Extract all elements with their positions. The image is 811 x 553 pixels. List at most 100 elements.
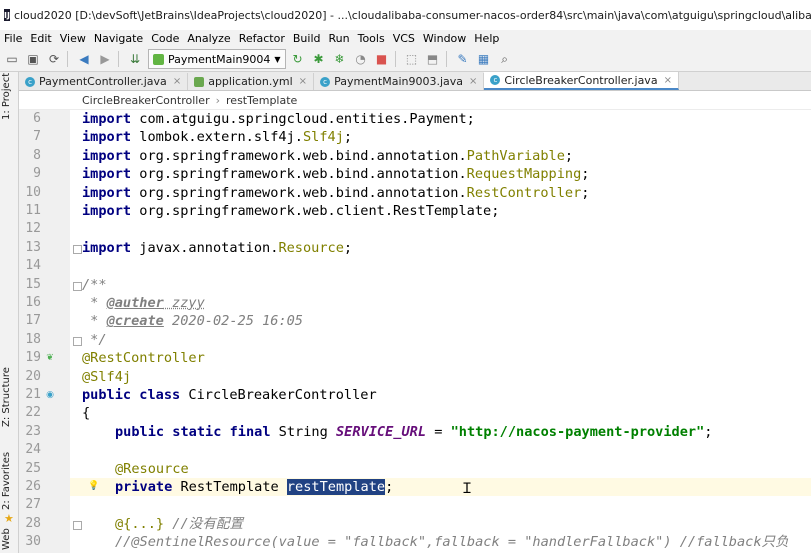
- line-number: 9: [33, 166, 41, 182]
- debug-icon[interactable]: ✱: [310, 50, 328, 68]
- close-icon[interactable]: ×: [469, 76, 477, 87]
- menu-code[interactable]: Code: [147, 32, 183, 45]
- open-folder-icon[interactable]: ▭: [3, 50, 21, 68]
- settings-wrench-icon[interactable]: ✎: [454, 50, 472, 68]
- code-line: 22 {: [0, 404, 811, 422]
- keyword: import: [82, 111, 132, 127]
- menu-vcs[interactable]: VCS: [389, 32, 419, 45]
- back-arrow-icon[interactable]: ◀: [75, 50, 93, 68]
- annotation-ref: Resource: [278, 239, 344, 256]
- menu-file[interactable]: File: [0, 32, 26, 45]
- annotation: @Slf4j: [82, 368, 132, 385]
- menu-build[interactable]: Build: [289, 32, 325, 45]
- search-everywhere-icon[interactable]: ⌕: [496, 50, 514, 68]
- tab-label: application.yml: [208, 75, 293, 88]
- code-rest: CircleBreakerController: [180, 387, 377, 403]
- code-line: 21 ◉ public class CircleBreakerControlle…: [0, 386, 811, 404]
- code-text: import lombok.extern.slf4j.Slf4j;: [82, 128, 352, 146]
- code-text: import org.springframework.web.bind.anno…: [82, 165, 589, 183]
- close-icon[interactable]: ×: [299, 76, 307, 87]
- annotation-ref: Slf4j: [302, 129, 344, 146]
- stop-icon[interactable]: ■: [373, 50, 391, 68]
- code-line: 6 import com.atguigu.springcloud.entitie…: [0, 110, 811, 128]
- menu-bar: File Edit View Navigate Code Analyze Ref…: [0, 30, 811, 47]
- project-structure-icon[interactable]: ⬒: [424, 50, 442, 68]
- fold-marker-icon[interactable]: [73, 244, 82, 254]
- keyword: import: [82, 184, 132, 201]
- menu-window[interactable]: Window: [419, 32, 470, 45]
- vcs-update-icon[interactable]: ⬚: [403, 50, 421, 68]
- code-editor[interactable]: 6 import com.atguigu.springcloud.entitie…: [0, 110, 811, 553]
- code-line: 10 import org.springframework.web.bind.a…: [0, 184, 811, 202]
- comment: //没有配置: [164, 515, 244, 532]
- javadoc-line: * @create 2020-02-25 16:05: [82, 312, 303, 330]
- menu-edit[interactable]: Edit: [26, 32, 55, 45]
- fold-marker-icon[interactable]: [73, 336, 82, 346]
- tab-application-yml[interactable]: application.yml ×: [188, 73, 315, 90]
- code-line: 30 //@SentinelResource(value = "fallback…: [0, 533, 811, 551]
- constant: SERVICE_URL: [335, 423, 427, 440]
- line-number: 27: [25, 497, 41, 513]
- menu-analyze[interactable]: Analyze: [183, 32, 234, 45]
- tab-payment-main-9003[interactable]: c PaymentMain9003.java ×: [314, 73, 485, 90]
- javadoc-close: */: [82, 331, 107, 348]
- line-number: 20: [25, 368, 41, 384]
- line-number: 13: [25, 239, 41, 255]
- breadcrumb-class[interactable]: CircleBreakerController: [82, 94, 210, 107]
- coverage-icon[interactable]: ❄: [331, 50, 349, 68]
- line-number: 15: [25, 276, 41, 292]
- menu-run[interactable]: Run: [325, 32, 354, 45]
- run-configuration-select[interactable]: PaymentMain9004 ▼: [148, 49, 286, 69]
- lightbulb-icon[interactable]: 💡: [88, 481, 99, 491]
- rerun-icon[interactable]: ↻: [289, 50, 307, 68]
- code-line: 16 * @auther zzyy: [0, 294, 811, 312]
- code-text: import org.springframework.web.bind.anno…: [82, 184, 589, 202]
- toolbar-divider: [445, 51, 447, 67]
- menu-navigate[interactable]: Navigate: [90, 32, 147, 45]
- code-text: @{...} //没有配置: [115, 515, 243, 533]
- code-text: import org.springframework.web.bind.anno…: [82, 147, 573, 165]
- code-line: 20 @Slf4j: [0, 368, 811, 386]
- code-rest: lombok.extern.slf4j.: [131, 129, 303, 146]
- spring-bean-icon[interactable]: ❦: [45, 353, 55, 363]
- line-number: 25: [25, 460, 41, 476]
- spring-bean-gutter-icon[interactable]: ◉: [45, 390, 55, 400]
- code-text: import com.atguigu.springcloud.entities.…: [82, 110, 475, 128]
- code-line: 27: [0, 496, 811, 514]
- tab-payment-controller[interactable]: c PaymentController.java ×: [19, 73, 189, 90]
- tab-circle-breaker-controller[interactable]: c CircleBreakerController.java ×: [484, 72, 679, 90]
- javadoc-value: zzyy: [163, 295, 205, 311]
- comment: //@SentinelResource(value = "fallback",f…: [115, 534, 789, 551]
- menu-view[interactable]: View: [56, 32, 90, 45]
- annotation-ref: RestController: [466, 184, 582, 201]
- line-number: 12: [25, 221, 41, 237]
- operator: =: [426, 423, 451, 440]
- project-structure-grid-icon[interactable]: ▦: [475, 50, 493, 68]
- code-line: 7 import lombok.extern.slf4j.Slf4j;: [0, 128, 811, 146]
- run-config-label: PaymentMain9004: [168, 52, 271, 66]
- code-line: 11 import org.springframework.web.client…: [0, 202, 811, 220]
- menu-tools[interactable]: Tools: [354, 32, 389, 45]
- menu-help[interactable]: Help: [470, 32, 503, 45]
- folded-region[interactable]: @{...}: [115, 516, 164, 532]
- close-icon[interactable]: ×: [173, 76, 181, 87]
- forward-arrow-icon[interactable]: ▶: [96, 50, 114, 68]
- fold-marker-icon[interactable]: [73, 281, 82, 291]
- code-tail: ;: [704, 423, 713, 440]
- save-icon[interactable]: ▣: [24, 50, 42, 68]
- build-hammer-icon[interactable]: ⇊: [126, 50, 144, 68]
- code-rest: org.springframework.web.bind.annotation.: [131, 166, 467, 183]
- line-number: 26: [25, 479, 41, 494]
- menu-refactor[interactable]: Refactor: [235, 32, 289, 45]
- code-text: import javax.annotation.Resource;: [82, 239, 352, 257]
- profile-icon[interactable]: ◔: [352, 50, 370, 68]
- code-rest: com.atguigu.springcloud.entities.Payment…: [131, 111, 475, 127]
- close-icon[interactable]: ×: [664, 75, 672, 86]
- line-number: 23: [25, 423, 41, 439]
- sync-icon[interactable]: ⟳: [45, 50, 63, 68]
- fold-marker-icon[interactable]: [73, 520, 82, 530]
- breadcrumb-field[interactable]: restTemplate: [226, 94, 297, 107]
- line-number: 18: [25, 331, 41, 347]
- javadoc-tag: @create: [106, 313, 164, 330]
- selected-identifier[interactable]: restTemplate: [286, 479, 386, 495]
